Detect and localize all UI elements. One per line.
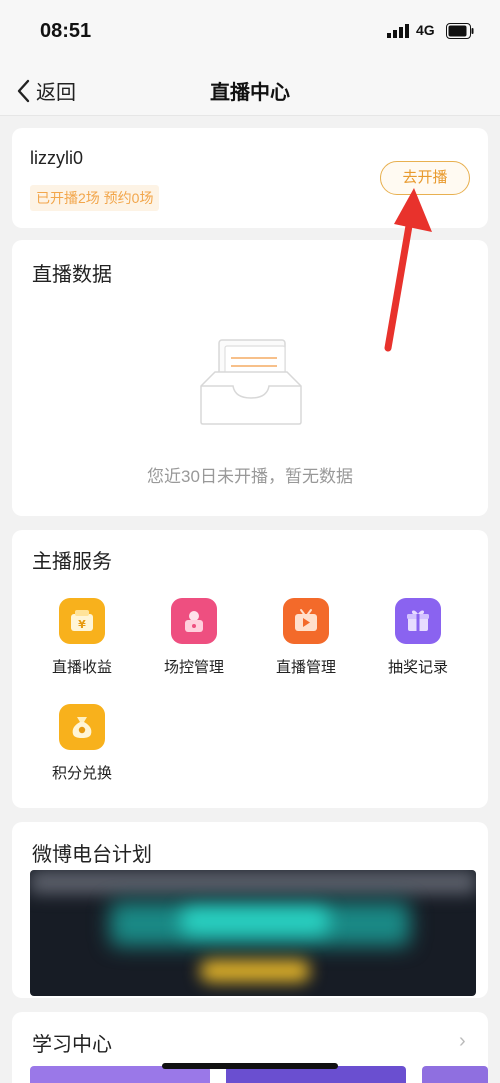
service-lottery-records[interactable]: 抽奖记录	[368, 598, 468, 677]
live-data-title: 直播数据	[32, 264, 112, 286]
service-label: 场控管理	[163, 659, 224, 676]
service-room-control[interactable]: 场控管理	[144, 598, 244, 677]
coin-wallet-icon: ¥	[59, 598, 105, 644]
learning-center-title: 学习中心	[32, 1034, 112, 1056]
person-lock-icon	[171, 598, 217, 644]
network-label: 4G	[416, 22, 435, 38]
service-label: 积分兑换	[51, 765, 112, 782]
service-label: 抽奖记录	[387, 659, 448, 676]
service-label: 直播管理	[275, 659, 336, 676]
chevron-right-icon[interactable]: ›	[459, 1030, 466, 1053]
weibo-radio-plan-card: 微博电台计划	[12, 822, 488, 998]
username: lizzyli0	[30, 148, 84, 168]
learning-center-card: 学习中心 ›	[12, 1012, 488, 1083]
live-stats-badge: 已开播2场 预约0场	[30, 185, 160, 211]
radio-plan-banner[interactable]	[30, 870, 476, 996]
home-indicator	[162, 1063, 338, 1069]
empty-inbox-icon	[200, 339, 302, 425]
radio-plan-title: 微博电台计划	[32, 844, 152, 866]
go-live-button[interactable]: 去开播	[380, 161, 470, 195]
user-card: lizzyli0 已开播2场 预约0场 去开播	[12, 128, 488, 228]
streamer-services-card: 主播服务 ¥ 直播收益 场控管理 直播管理 抽奖记录 积分兑换	[12, 530, 488, 808]
status-bar: 08:51 4G	[0, 0, 500, 62]
battery-icon	[446, 23, 474, 39]
empty-state-text: 您近30日未开播，暂无数据	[147, 467, 353, 486]
service-points-exchange[interactable]: 积分兑换	[32, 704, 132, 783]
service-label: 直播收益	[51, 659, 112, 676]
learning-thumbnail[interactable]	[422, 1066, 488, 1083]
live-data-card: 直播数据 您近30日未开播，暂无数据	[12, 240, 488, 516]
gift-icon	[395, 598, 441, 644]
tv-play-icon	[283, 598, 329, 644]
service-earnings[interactable]: ¥ 直播收益	[32, 598, 132, 677]
service-live-manage[interactable]: 直播管理	[256, 598, 356, 677]
points-bag-icon	[59, 704, 105, 750]
page-title: 直播中心	[210, 82, 290, 104]
status-time: 08:51	[40, 20, 92, 42]
nav-bar: 返回 直播中心	[0, 62, 500, 116]
svg-text:¥: ¥	[78, 618, 86, 631]
signal-icon	[387, 24, 409, 38]
services-title: 主播服务	[32, 551, 112, 573]
